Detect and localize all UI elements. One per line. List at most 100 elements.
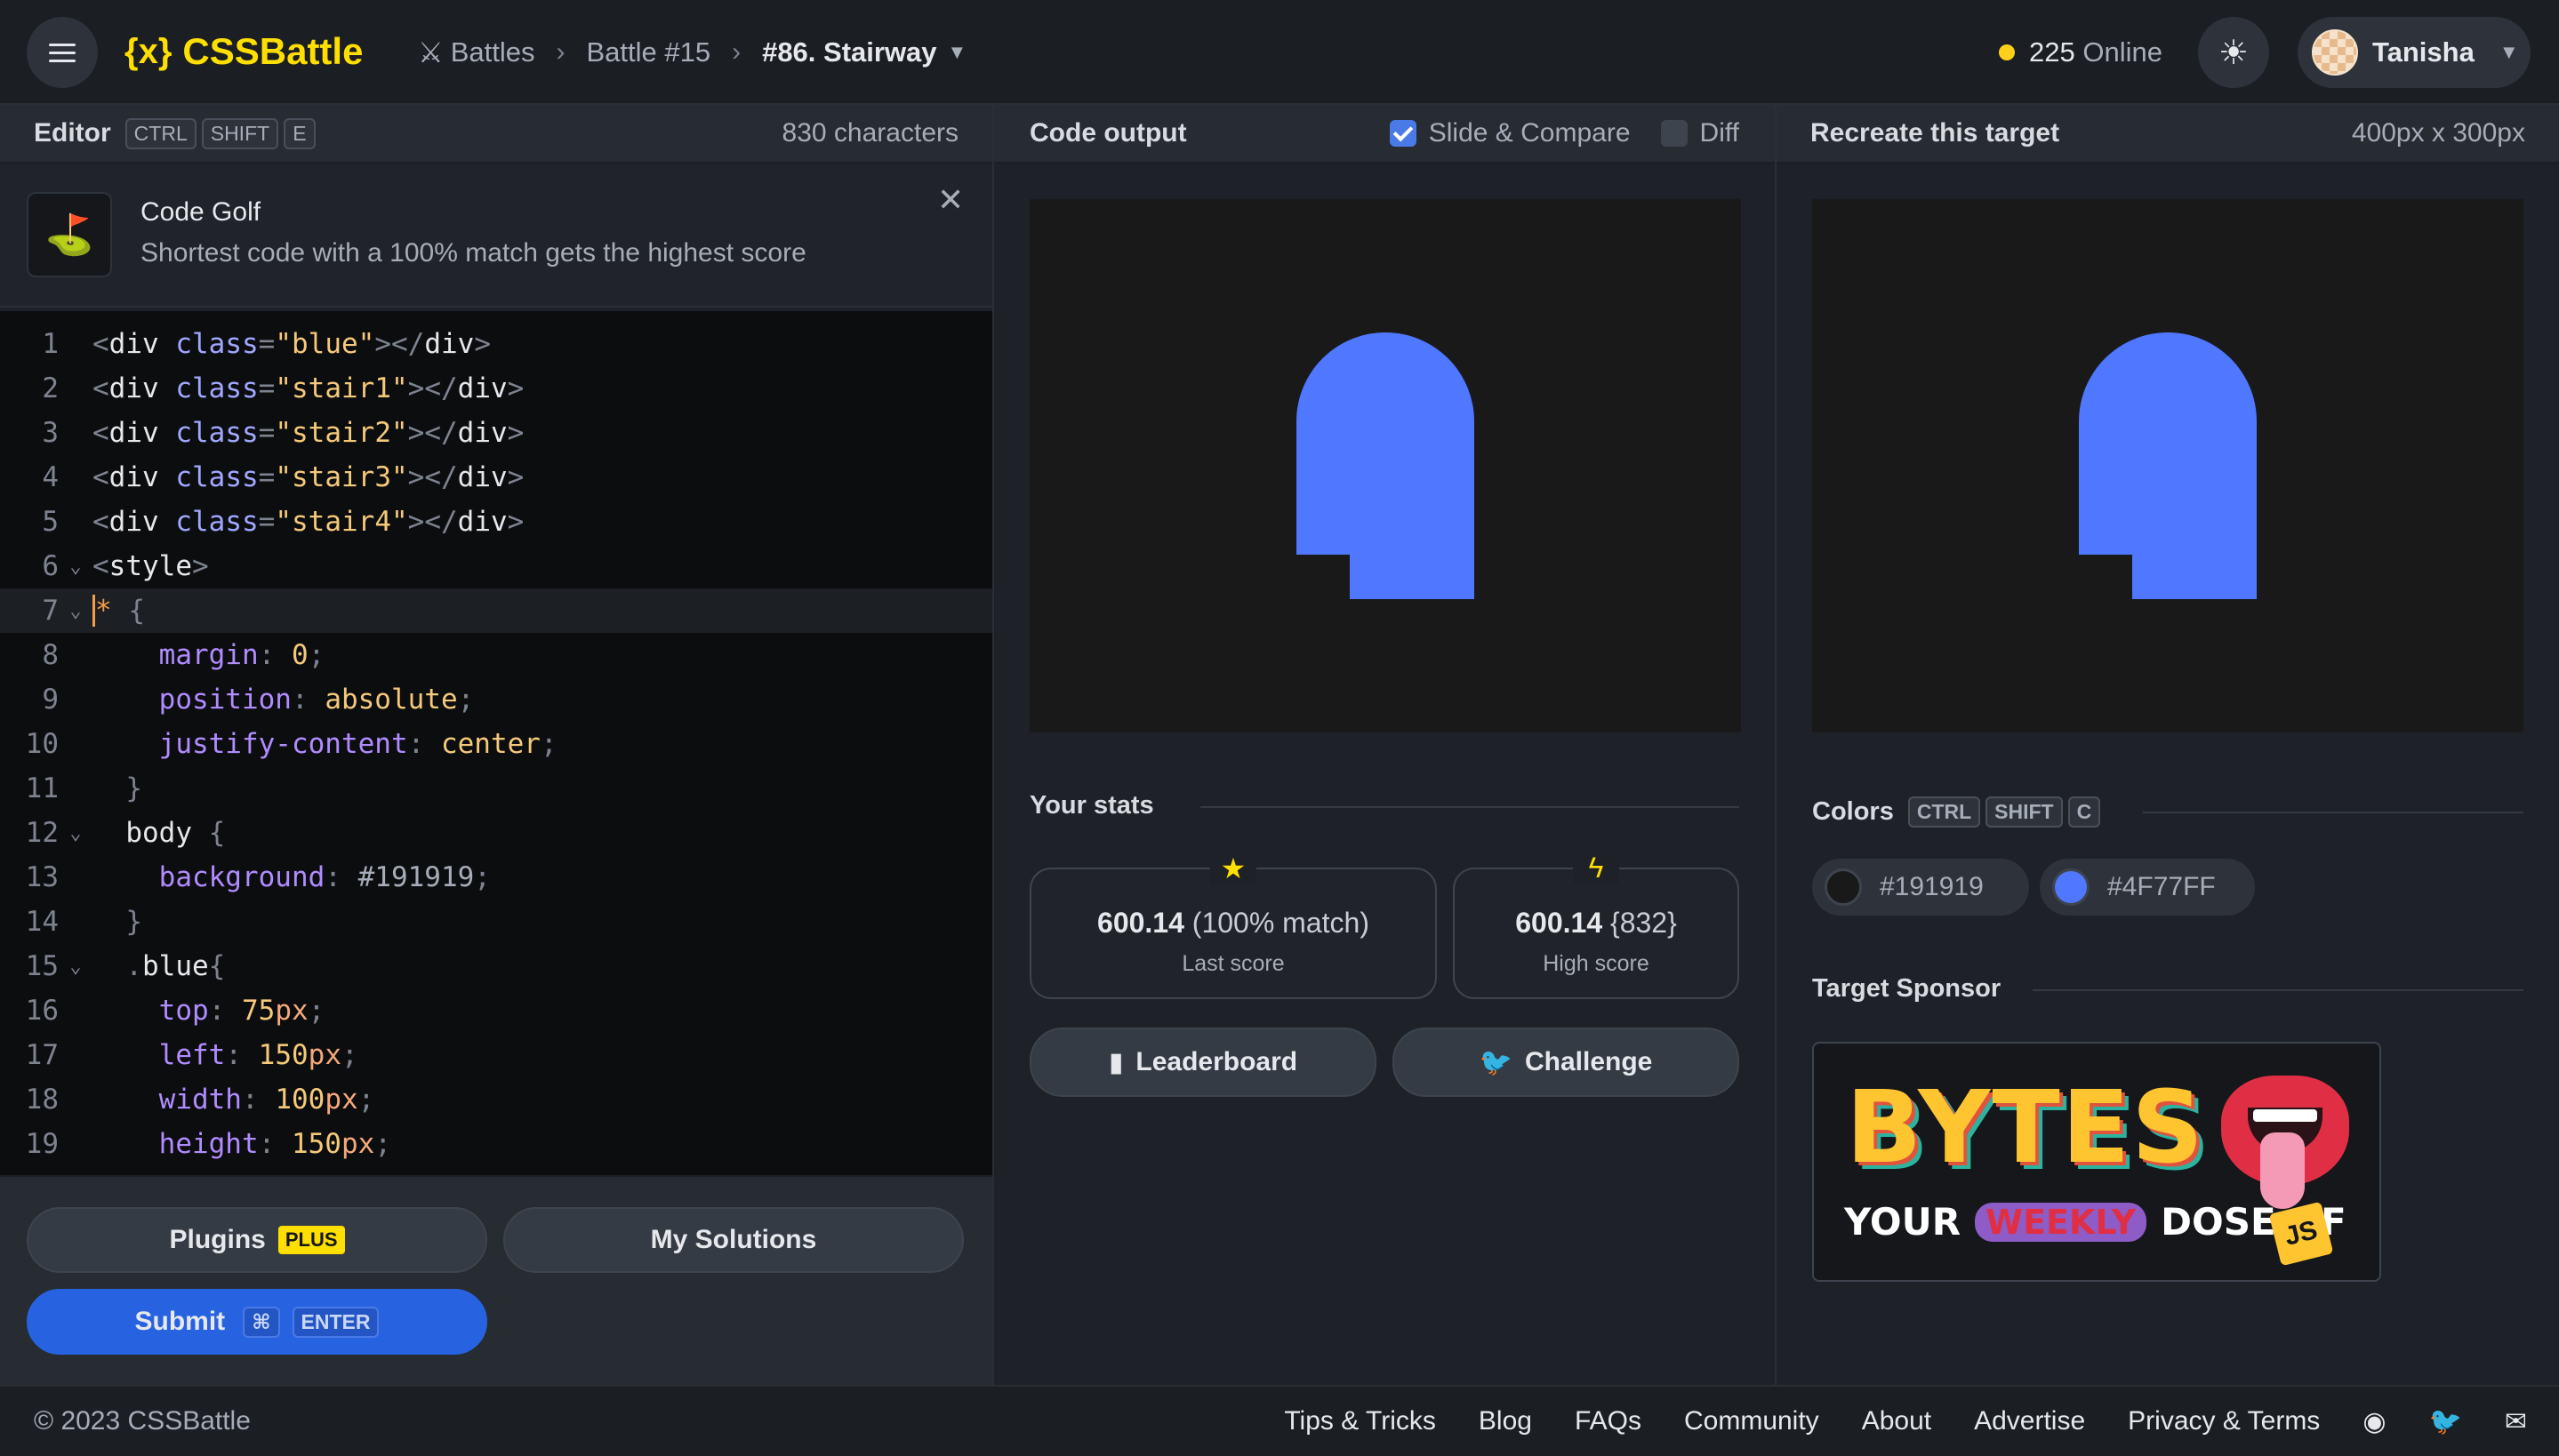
- code-editor[interactable]: 1 <div class="blue"></div> 2 <div class="s…: [0, 311, 992, 1175]
- code-output-canvas[interactable]: [1030, 199, 1741, 732]
- cutout: [1954, 555, 2132, 732]
- breadcrumb-battle[interactable]: Battle #15: [586, 36, 710, 68]
- target-image: [1812, 199, 2523, 732]
- breadcrumb: ⚔ Battles › Battle #15 › #86. Stairway ▼: [418, 30, 967, 75]
- bytes-mouth-icon: [2221, 1076, 2349, 1209]
- logo[interactable]: {x} CSSBattle: [124, 27, 363, 76]
- golf-description: Shortest code with a 100% match gets the…: [140, 238, 806, 268]
- kbd-e: E: [284, 117, 316, 149]
- editor-footer: Plugins PLUS My Solutions Submit ⌘ ENTER: [0, 1175, 992, 1385]
- slide-compare-toggle[interactable]: Slide & Compare: [1389, 118, 1631, 148]
- colors-title: Colors: [1812, 797, 1894, 826]
- high-score-card: ϟ 600.14 {832} High score: [1453, 852, 1739, 999]
- code-line: 1 <div class="blue"></div>: [42, 328, 491, 360]
- my-solutions-label: My Solutions: [650, 1225, 817, 1254]
- sponsor-title: Target Sponsor: [1812, 974, 2001, 1003]
- footer-link-blog[interactable]: Blog: [1479, 1406, 1532, 1436]
- online-count: 225: [2029, 36, 2075, 68]
- code-line: 16 top: 75px;: [25, 995, 325, 1027]
- code-golf-card: ⛳ Code Golf Shortest code with a 100% ma…: [0, 165, 992, 308]
- avatar: [2312, 29, 2358, 76]
- footer-links: Tips & Tricks Blog FAQs Community About …: [1284, 1387, 2559, 1456]
- code-line: 9 position: absolute;: [42, 684, 475, 716]
- colors-divider: [2143, 812, 2523, 813]
- footer-link-about[interactable]: About: [1862, 1406, 1931, 1436]
- code-line: 19 height: 150px;: [25, 1128, 391, 1160]
- panel-divider: [992, 105, 994, 1385]
- challenge-button[interactable]: 🐦 Challenge: [1392, 1028, 1739, 1097]
- footer-link-privacy[interactable]: Privacy & Terms: [2128, 1406, 2320, 1436]
- code-line: 13 background: #191919;: [25, 861, 491, 893]
- checkbox-checked[interactable]: [1389, 120, 1416, 147]
- color-hex-blue: #4F77FF: [2107, 872, 2216, 901]
- plugins-label: Plugins: [169, 1225, 266, 1254]
- footer: © 2023 CSSBattle Tips & Tricks Blog FAQs…: [0, 1385, 2559, 1456]
- breadcrumb-battles[interactable]: Battles: [451, 36, 535, 68]
- tagline-your: YOUR: [1844, 1200, 1961, 1244]
- footer-link-tips[interactable]: Tips & Tricks: [1284, 1406, 1436, 1436]
- sun-icon: ☀: [2218, 34, 2250, 72]
- challenge-label: Challenge: [1524, 1047, 1653, 1076]
- bar-chart-icon: ▮: [1108, 1047, 1124, 1077]
- colors-section: Colors CTRL SHIFT C: [1812, 796, 2101, 828]
- online-label: Online: [2082, 36, 2162, 68]
- plugins-button[interactable]: Plugins PLUS: [27, 1207, 487, 1273]
- star-icon: ★: [1210, 852, 1256, 885]
- diff-toggle[interactable]: Diff: [1660, 118, 1739, 148]
- footer-link-faqs[interactable]: FAQs: [1575, 1406, 1641, 1436]
- chevron-right-icon: ›: [732, 37, 742, 67]
- code-line: 17 left: 150px;: [25, 1039, 358, 1071]
- leaderboard-label: Leaderboard: [1135, 1047, 1298, 1076]
- bytes-logo: BYTES: [1846, 1070, 2205, 1186]
- code-line-active: 7 ⌄ * {: [0, 588, 992, 633]
- color-chip-blue[interactable]: #4F77FF: [2040, 859, 2255, 916]
- user-menu-button[interactable]: Tanisha ▼: [2298, 17, 2531, 88]
- online-status: 225 Online: [1999, 30, 2162, 75]
- chevron-right-icon: ›: [556, 37, 566, 67]
- editor-title: Editor: [34, 118, 111, 148]
- leaderboard-button[interactable]: ▮ Leaderboard: [1030, 1028, 1376, 1097]
- footer-link-advertise[interactable]: Advertise: [1974, 1406, 2085, 1436]
- golf-title: Code Golf: [140, 197, 261, 227]
- code-line: 2 <div class="stair1"></div>: [42, 372, 525, 404]
- submit-button[interactable]: Submit ⌘ ENTER: [27, 1289, 487, 1355]
- checkbox-unchecked[interactable]: [1660, 120, 1688, 147]
- breadcrumb-current[interactable]: #86. Stairway: [762, 36, 936, 68]
- my-solutions-button[interactable]: My Solutions: [503, 1207, 964, 1273]
- color-chip-dark[interactable]: #191919: [1812, 859, 2029, 916]
- panel-divider: [1775, 105, 1777, 1385]
- target-title: Recreate this target: [1810, 118, 2060, 148]
- mail-icon[interactable]: ✉: [2505, 1406, 2527, 1437]
- fold-chevron-icon: ⌄: [69, 599, 82, 622]
- code-line: 3 <div class="stair2"></div>: [42, 417, 525, 449]
- sponsor-banner[interactable]: BYTES YOUR WEEKLY DOSE OF JS: [1812, 1042, 2381, 1282]
- hamburger-icon: [49, 43, 76, 62]
- menu-button[interactable]: [27, 17, 98, 88]
- output-panel-header: Code output Slide & Compare Diff: [994, 105, 1775, 164]
- tagline-weekly: WEEKLY: [1975, 1202, 2147, 1242]
- submit-label: Submit: [134, 1307, 226, 1336]
- kbd-enter: ENTER: [292, 1306, 380, 1338]
- high-score-value: 600.14: [1515, 907, 1603, 939]
- code-line: 18 width: 100px;: [25, 1084, 375, 1116]
- golf-flag-icon: ⛳: [27, 192, 112, 277]
- swords-icon: ⚔: [418, 36, 444, 68]
- discord-icon[interactable]: ◉: [2362, 1406, 2386, 1437]
- sponsor-divider: [2033, 989, 2523, 991]
- footer-link-community[interactable]: Community: [1684, 1406, 1819, 1436]
- top-header: {x} CSSBattle ⚔ Battles › Battle #15 › #…: [0, 0, 2559, 105]
- last-score-card: ★ 600.14 (100% match) Last score: [1030, 852, 1437, 999]
- code-line: 15 ⌄ .blue{: [25, 950, 226, 982]
- close-icon[interactable]: ✕: [937, 181, 964, 219]
- twitter-icon[interactable]: 🐦: [2429, 1406, 2462, 1437]
- caret-down-icon[interactable]: ▼: [948, 41, 967, 64]
- code-line: 11 }: [25, 772, 142, 804]
- last-score-match: (100% match): [1191, 907, 1369, 939]
- theme-toggle-button[interactable]: ☀: [2198, 17, 2269, 88]
- kbd-ctrl: CTRL: [124, 117, 197, 149]
- fold-chevron-icon: ⌄: [69, 955, 82, 978]
- swatch-blue: [2052, 868, 2090, 906]
- code-line: 10 justify-content: center;: [25, 728, 558, 760]
- plus-badge: PLUS: [277, 1226, 345, 1254]
- diff-label: Diff: [1699, 118, 1739, 148]
